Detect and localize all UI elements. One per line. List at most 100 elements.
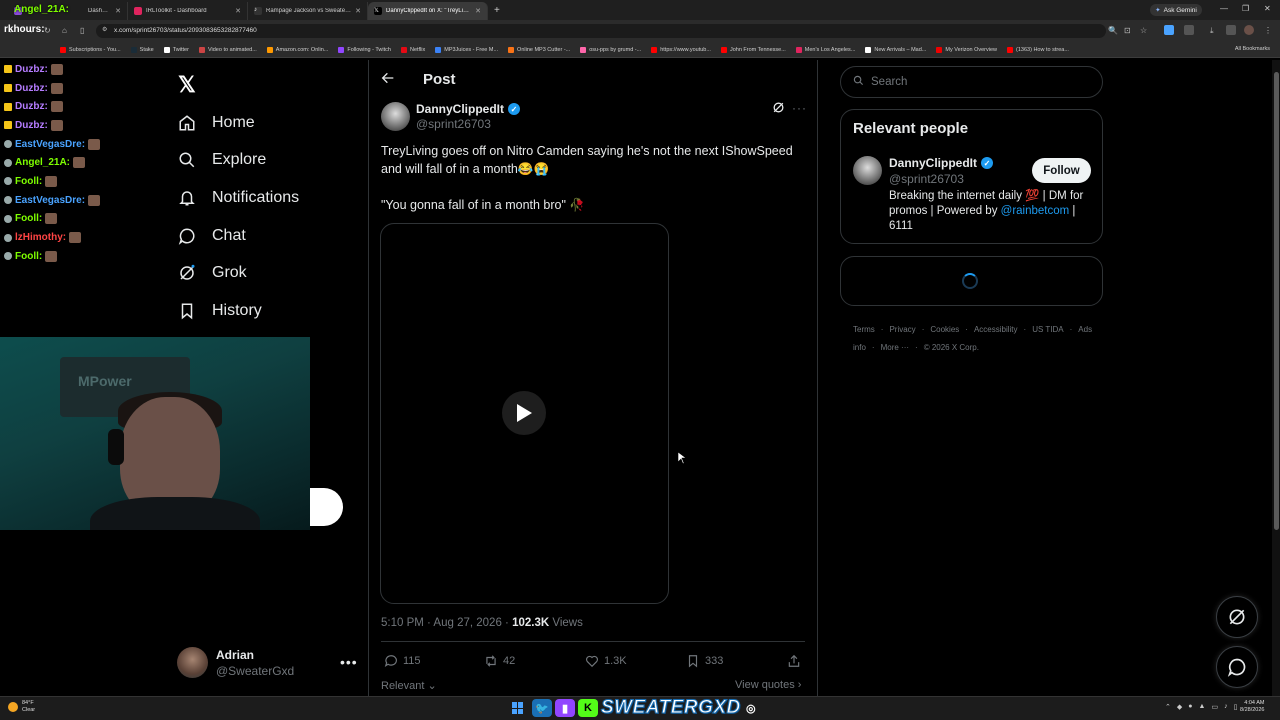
bookmark-item[interactable]: New Arrivals – Mad... xyxy=(865,46,926,53)
scrollbar-thumb[interactable] xyxy=(1274,72,1279,530)
weather-widget[interactable]: 84°F Clear xyxy=(8,700,35,714)
reload-icon[interactable]: ↻ xyxy=(44,26,51,35)
author-avatar[interactable] xyxy=(381,102,410,131)
browser-tab-active[interactable]: 𝕏 DannyClippedIt on X: "TreyLivi... ✕ xyxy=(368,2,488,20)
bookmark-button[interactable]: 333 xyxy=(686,654,723,668)
footer-link[interactable]: © 2026 X Corp. xyxy=(924,343,979,352)
follow-button[interactable]: Follow xyxy=(1032,158,1091,183)
bio-link[interactable]: @rainbetcom xyxy=(1001,205,1070,217)
browser-menu-icon[interactable]: ⋮ xyxy=(1264,26,1272,35)
windows-start-icon[interactable] xyxy=(512,702,524,714)
home-page-icon[interactable]: ⌂ xyxy=(62,26,67,35)
footer-link[interactable]: Privacy xyxy=(889,325,915,334)
tray-app-icon[interactable]: ◆ xyxy=(1177,703,1182,711)
split-view-icon[interactable] xyxy=(1226,25,1236,35)
play-icon[interactable] xyxy=(502,391,546,435)
bookmark-item[interactable]: https://www.youtub... xyxy=(651,46,711,53)
nav-grok[interactable]: Grok xyxy=(178,259,247,287)
new-tab-button[interactable]: + xyxy=(494,5,500,16)
reply-button[interactable]: 115 xyxy=(384,654,421,668)
nav-explore[interactable]: Explore xyxy=(178,146,266,174)
bookmark-item[interactable]: Following - Twitch xyxy=(338,46,391,53)
like-button[interactable]: 1.3K xyxy=(585,654,627,668)
bookmark-item[interactable]: My Verizon Overview xyxy=(936,46,997,53)
bookmark-item[interactable]: Netflix xyxy=(400,46,425,53)
bookmark-item[interactable]: Amazon.com: Onlin... xyxy=(266,46,328,53)
back-arrow-icon[interactable] xyxy=(380,70,396,91)
network-icon[interactable]: ▭ xyxy=(1211,703,1218,711)
bookmark-item[interactable]: (1363) How to strea... xyxy=(1007,46,1069,53)
author-handle[interactable]: @sprint26703 xyxy=(416,117,491,131)
reply-sort-dropdown[interactable]: Relevant ⌄ xyxy=(381,679,437,692)
tab-close-icon[interactable]: ✕ xyxy=(115,7,121,15)
bookmark-item[interactable]: Online MP3 Cutter -... xyxy=(508,46,570,53)
nav-chat[interactable]: Chat xyxy=(178,222,246,250)
sidebar-toggle-icon[interactable]: ▯ xyxy=(80,26,84,35)
post-time[interactable]: 5:10 PM · Aug 27, 2026 · xyxy=(381,617,512,629)
relevant-person-avatar[interactable] xyxy=(853,156,882,185)
footer-link[interactable]: More ··· xyxy=(881,343,909,352)
grok-floating-button[interactable] xyxy=(1216,596,1258,638)
tray-chevron-icon[interactable]: ⌃ xyxy=(1165,703,1171,711)
tab-close-icon[interactable]: ✕ xyxy=(355,7,361,15)
close-window-icon[interactable]: ✕ xyxy=(1264,4,1271,13)
divider xyxy=(381,641,805,642)
url-field[interactable]: x.com/sprint26703/status/209308365328287… xyxy=(96,24,1106,38)
relevant-person-handle[interactable]: @sprint26703 xyxy=(889,172,964,186)
relevant-person-name[interactable]: DannyClippedIt ✓ xyxy=(889,156,994,170)
bookmark-favicon xyxy=(60,46,66,53)
battery-icon[interactable]: ▯ xyxy=(1234,703,1238,711)
bookmark-item[interactable]: Stake xyxy=(130,46,154,53)
browser-profile-avatar[interactable] xyxy=(1244,25,1254,35)
bookmark-item[interactable]: osu-pps by grumd -... xyxy=(580,46,641,53)
tray-app-icon[interactable]: ● xyxy=(1188,703,1192,711)
footer-separator: · xyxy=(1069,325,1073,334)
chat-floating-button[interactable] xyxy=(1216,646,1258,688)
browser-tab[interactable]: IRLToolkit - Dashboard ✕ xyxy=(128,2,248,20)
profile-avatar[interactable] xyxy=(177,647,208,678)
extension-icon[interactable] xyxy=(1164,25,1174,35)
view-quotes-link[interactable]: View quotes › xyxy=(735,679,801,691)
bookmark-item[interactable]: Video to animated... xyxy=(198,46,257,53)
author-name[interactable]: DannyClippedIt ✓ xyxy=(416,102,521,116)
x-logo-icon[interactable]: 𝕏 xyxy=(178,72,196,98)
tray-app-icon[interactable]: ▲ xyxy=(1199,703,1206,711)
nav-home[interactable]: Home xyxy=(178,109,255,137)
post-button-partial[interactable] xyxy=(310,488,343,526)
grok-explain-icon[interactable] xyxy=(772,101,785,117)
clock-date: 8/28/2026 xyxy=(1240,707,1265,713)
bookmark-item[interactable]: Men's Los Angeles... xyxy=(795,46,855,53)
footer-link[interactable]: US TIDA xyxy=(1032,325,1063,334)
maximize-icon[interactable]: ❐ xyxy=(1242,4,1249,13)
tab-close-icon[interactable]: ✕ xyxy=(235,7,241,15)
nav-history[interactable]: History xyxy=(178,297,262,325)
volume-icon[interactable]: ♪ xyxy=(1224,703,1228,711)
bookmark-item[interactable]: Subscriptions - You... xyxy=(60,46,121,53)
share-button[interactable] xyxy=(787,654,801,668)
search-input[interactable]: Search xyxy=(840,66,1103,98)
nav-notifications[interactable]: Notifications xyxy=(178,184,299,212)
minimize-icon[interactable]: — xyxy=(1220,4,1228,13)
star-icon[interactable]: ☆ xyxy=(1140,26,1147,35)
chrome-taskbar-icon[interactable]: ◎ xyxy=(744,699,758,717)
bookmark-item[interactable]: Twitter xyxy=(163,46,189,53)
ask-gemini-button[interactable]: ✦ Ask Gemini xyxy=(1150,4,1202,16)
extensions-puzzle-icon[interactable] xyxy=(1184,25,1194,35)
profile-more-icon[interactable]: ••• xyxy=(340,654,358,670)
install-app-icon[interactable]: ⊡ xyxy=(1124,26,1131,35)
zoom-icon[interactable]: 🔍 xyxy=(1108,26,1118,35)
site-info-icon[interactable]: ⚙ xyxy=(102,26,107,33)
footer-link[interactable]: Terms xyxy=(853,325,875,334)
post-more-icon[interactable]: ··· xyxy=(792,101,807,115)
repost-button[interactable]: 42 xyxy=(484,654,515,668)
all-bookmarks-button[interactable]: All Bookmarks xyxy=(1235,46,1270,52)
footer-link[interactable]: Cookies xyxy=(930,325,959,334)
taskbar-clock[interactable]: 4:04 AM 8/28/2026 xyxy=(1240,700,1264,714)
bookmark-item[interactable]: John From Tennesse... xyxy=(720,46,786,53)
browser-tab[interactable]: ♪ Rampage Jackson vs Sweatergxd ✕ xyxy=(248,2,368,20)
tab-close-icon[interactable]: ✕ xyxy=(475,7,481,15)
search-icon xyxy=(853,75,864,89)
footer-link[interactable]: Accessibility xyxy=(974,325,1018,334)
bookmark-item[interactable]: MP3Juices - Free M... xyxy=(435,46,498,53)
download-icon[interactable]: ⤓ xyxy=(1210,26,1214,36)
